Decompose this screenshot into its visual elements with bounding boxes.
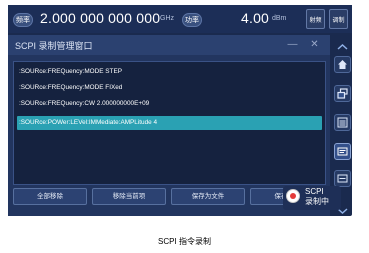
list-button[interactable] [334, 114, 351, 131]
mod-indicator [330, 12, 347, 17]
dialog-title: SCPI 录制管理窗口 [15, 41, 93, 51]
close-icon[interactable]: ✕ [308, 38, 321, 51]
remove-all-button[interactable]: 全部移除 [13, 188, 87, 205]
remove-current-button[interactable]: 移除当前项 [92, 188, 166, 205]
frequency-unit: GHz [160, 15, 174, 22]
scpi-record-button[interactable] [334, 143, 351, 160]
power-value[interactable]: 4.00 [241, 10, 269, 26]
recording-status: SCPI 录制中 [305, 187, 329, 207]
home-icon [338, 60, 347, 69]
recording-line1: SCPI [305, 187, 324, 196]
frequency-label-button[interactable]: 频率 [13, 13, 33, 27]
power-label-button[interactable]: 功率 [182, 13, 202, 27]
rf-indicator [307, 12, 324, 17]
list-icon [337, 117, 348, 128]
instrument-screen: 频率 2.000 000 000 000 GHz 功率 4.00 dBm 射频 … [8, 5, 352, 216]
rf-output-button[interactable]: 射频 [306, 9, 325, 29]
windows-icon [337, 88, 348, 99]
modulation-button[interactable]: 调制 [329, 9, 348, 29]
modulation-label: 调制 [332, 18, 345, 24]
chevron-up-icon[interactable] [337, 38, 348, 56]
home-button[interactable] [334, 56, 351, 73]
command-item-selected[interactable]: :SOURce:POWer:LEVel:IMMediate:AMPLitude … [17, 116, 322, 130]
scpi-record-dialog: SCPI 录制管理窗口 — ✕ :SOURce:FREQuency:MODE S… [8, 35, 330, 216]
command-item[interactable]: :SOURce:FREQuency:MODE STEP [17, 65, 322, 79]
command-item[interactable]: :SOURce:FREQuency:CW 2.000000000E+09 [17, 97, 322, 111]
status-bar: 频率 2.000 000 000 000 GHz 功率 4.00 dBm 射频 … [8, 5, 352, 33]
figure-caption: SCPI 指令录制 [158, 237, 211, 246]
power-unit: dBm [272, 15, 287, 22]
scpi-icon [337, 174, 348, 183]
dialog-title-bar[interactable]: SCPI 录制管理窗口 — ✕ [8, 35, 330, 55]
command-list[interactable]: :SOURce:FREQuency:MODE STEP :SOURce:FREQ… [13, 61, 326, 185]
record-dot-icon [286, 189, 300, 203]
scpi-record-icon [337, 147, 348, 156]
recording-line2: 录制中 [305, 197, 329, 206]
windows-button[interactable] [334, 85, 351, 102]
frequency-value[interactable]: 2.000 000 000 000 [40, 10, 160, 26]
minimize-icon[interactable]: — [286, 38, 299, 51]
command-item[interactable]: :SOURce:FREQuency:MODE FIXed [17, 81, 322, 95]
save-to-file-button[interactable]: 保存为文件 [171, 188, 245, 205]
scpi-button[interactable] [334, 170, 351, 187]
rf-output-label: 射频 [309, 18, 322, 24]
recording-indicator[interactable]: SCPI 录制中 [283, 186, 341, 210]
